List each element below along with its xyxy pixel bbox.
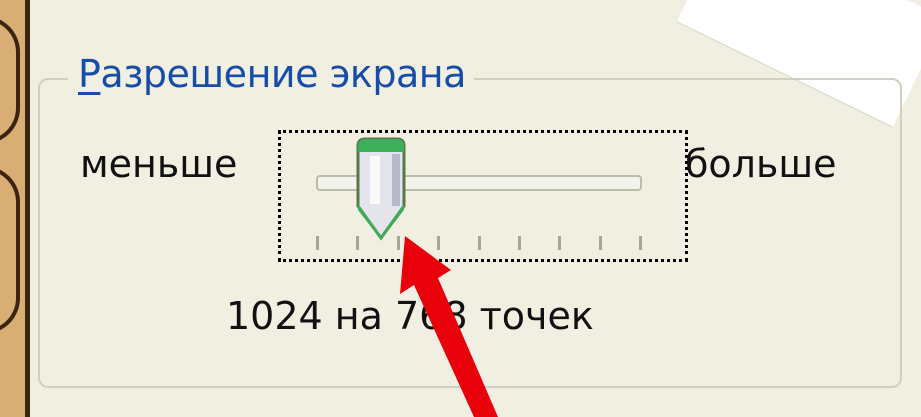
slider-tick [558,236,562,250]
slider-tick [316,236,319,250]
slider-tick [477,236,481,250]
slider-tick [517,236,521,250]
slider-min-label: меньше [80,142,238,186]
slider-max-label: больше [685,142,837,186]
decorative-frame [0,0,30,417]
title-text: азрешение экрана [100,52,466,96]
resolution-value: 1024 на 768 точек [226,294,594,338]
slider-tick [639,236,642,250]
slider-thumb[interactable] [352,136,410,242]
display-settings-panel: Разрешение экрана меньше больше 1024 на … [0,0,921,417]
slider-tick [598,236,602,250]
screen-resolution-title: Разрешение экрана [68,50,474,98]
title-mnemonic-letter: Р [78,52,101,96]
slider-tick [437,236,441,250]
